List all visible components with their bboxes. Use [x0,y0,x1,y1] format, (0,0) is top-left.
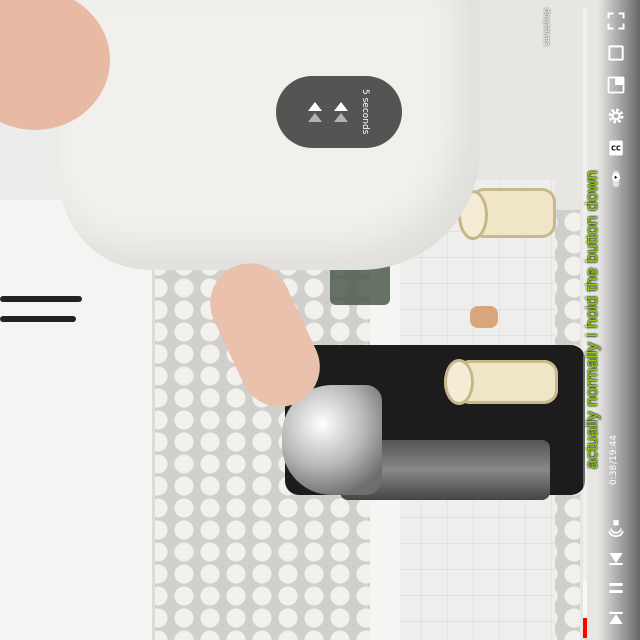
progress-fill [583,618,587,638]
time-separator: / [609,461,619,465]
settings-button[interactable] [603,103,629,129]
pause-button[interactable] [603,575,629,601]
person-shirt [60,0,480,270]
autoplay-toggle-icon [611,170,621,188]
video-title[interactable]: saveshop [542,6,556,46]
miniplayer-button[interactable] [603,72,629,98]
seek-label: 5 seconds [360,89,370,135]
theater-mode-button[interactable] [603,40,629,66]
settings-gear-icon [608,108,624,124]
svg-text:CC: CC [611,145,621,153]
time-display: 0:38 / 19:44 [604,425,624,495]
mug-rim [444,359,474,405]
theater-mode-icon [608,45,624,61]
volume-button[interactable] [603,514,629,540]
cabinet-handle [0,296,82,302]
closed-captions-icon: CC [609,140,623,156]
closed-captions-button[interactable]: CC [603,135,629,161]
video-player[interactable]: 5 seconds actually normally I hold the b… [0,0,640,640]
rewind-arrows-icon [308,102,322,122]
miniplayer-icon [607,76,625,94]
previous-icon [609,611,623,624]
previous-button[interactable] [603,606,629,632]
autoplay-toggle[interactable] [603,166,629,192]
seek-overlay: 5 seconds [276,76,402,148]
progress-bar[interactable] [583,8,587,638]
current-time: 0:38 [609,464,619,485]
duration: 19:44 [609,435,619,462]
fullscreen-icon [607,12,625,30]
rewind-arrows-icon [334,102,348,122]
volume-icon [608,520,624,537]
next-icon [609,553,623,566]
fullscreen-button[interactable] [603,8,629,34]
coffee-pod [470,306,498,328]
pause-icon [609,583,623,593]
next-button[interactable] [603,545,629,571]
cabinet-handle [0,316,76,322]
